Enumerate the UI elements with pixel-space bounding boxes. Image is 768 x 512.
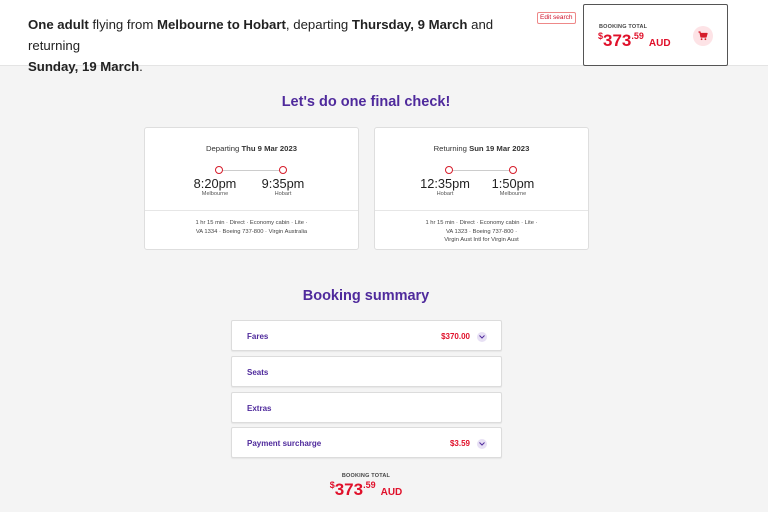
row-amount: $370.00 [441,332,470,341]
row-amount: $3.59 [449,439,470,448]
route-line [447,170,515,171]
flight-card-heading: Departing Thu 9 Mar 2023 [205,144,297,153]
row-label: Extras [247,404,272,413]
destination-dot-icon [509,166,517,174]
row-label: Payment surcharge [247,439,322,448]
depart-time: 8:20pm [193,176,237,191]
origin-dot-icon [215,166,223,174]
summary-row-extras[interactable]: Extras [231,392,502,423]
row-label: Fares [247,332,269,341]
depart-city: Hobart [436,191,454,197]
arrive-city: Melbourne [499,191,527,197]
depart-time: 12:35pm [420,176,470,191]
destination-dot-icon [279,166,287,174]
flight-card-heading: Returning Sun 19 Mar 2023 [433,144,530,153]
booking-total-label: BOOKING TOTAL [599,24,648,30]
divider [145,210,358,211]
cart-button[interactable] [693,26,713,46]
booking-summary-title: Booking summary [302,288,430,304]
arrive-time: 1:50pm [491,176,535,191]
trip-route: Melbourne to Hobart [156,17,286,32]
booking-total-label: BOOKING TOTAL [341,473,391,479]
trip-passengers: One adult [28,17,89,32]
edit-search-button[interactable]: Edit search [537,12,576,24]
chevron-down-icon[interactable] [477,332,487,342]
booking-total-box: BOOKING TOTAL $373.59AUD [583,4,728,66]
trip-return-date: Sunday, 19 March [28,59,140,74]
summary-row-payment-surcharge[interactable]: Payment surcharge $3.59 [231,427,502,458]
summary-row-fares[interactable]: Fares $370.00 [231,320,502,351]
arrive-time: 9:35pm [261,176,305,191]
row-label: Seats [247,368,269,377]
depart-city: Melbourne [201,191,229,197]
origin-dot-icon [445,166,453,174]
chevron-down-icon[interactable] [477,439,487,449]
divider [375,210,588,211]
trip-depart-date: Thursday, 9 March [351,17,468,32]
route-line [217,170,285,171]
shopping-cart-icon [698,31,708,41]
booking-total-price: $373.59AUD [329,480,403,499]
arrive-city: Hobart [274,191,292,197]
booking-header: One adult flying from Melbourne to Hobar… [0,0,768,74]
summary-row-seats[interactable]: Seats [231,356,502,387]
trip-summary: One adult flying from Melbourne to Hobar… [28,17,494,74]
final-check-title: Let's do one final check! [281,94,451,110]
departing-flight-card: Departing Thu 9 Mar 2023 8:20pm 9:35pm M… [144,127,359,250]
returning-flight-card: Returning Sun 19 Mar 2023 12:35pm 1:50pm… [374,127,589,250]
flight-details: 1 hr 15 min · Direct · Economy cabin · L… [195,220,308,235]
flight-details: 1 hr 15 min · Direct · Economy cabin · L… [425,220,538,244]
booking-total-price: $373.59AUD [598,31,671,50]
